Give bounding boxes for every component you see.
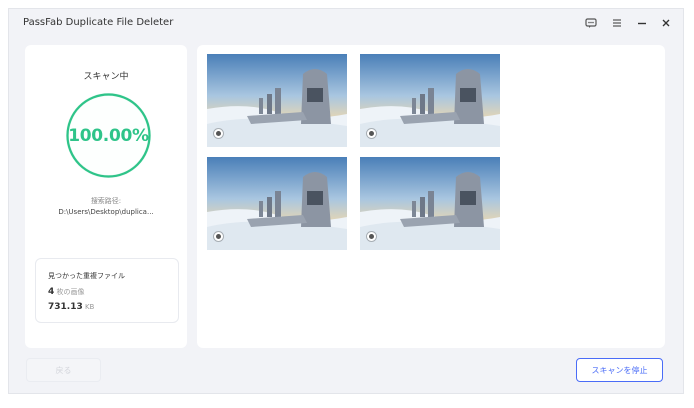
thumbnail-select-radio[interactable] (367, 232, 376, 241)
progress-percentage: 100.00% (68, 125, 149, 146)
feedback-icon[interactable] (584, 16, 598, 30)
menu-icon[interactable] (610, 16, 624, 30)
search-path-value: D:\Users\Desktop\duplica... (58, 208, 154, 216)
found-duplicates-title: 見つかった重複ファイル (48, 272, 125, 280)
found-count: 4 枚の画像 (48, 287, 85, 297)
found-size-unit: KB (84, 303, 95, 311)
scan-status-panel: スキャン中 100.00% 搜索路径: D:\Users\Desktop\dup… (25, 45, 187, 348)
snow-monument-image (207, 54, 347, 147)
found-count-unit: 枚の画像 (56, 288, 85, 296)
snow-monument-image (360, 54, 500, 147)
duplicate-results-panel (197, 45, 665, 348)
minimize-icon[interactable] (635, 16, 649, 30)
title-bar: PassFab Duplicate File Deleter (9, 9, 683, 39)
image-thumbnail[interactable] (207, 54, 347, 147)
found-count-value: 4 (48, 287, 55, 297)
scan-status-label: スキャン中 (83, 72, 129, 82)
snow-monument-image (207, 157, 347, 250)
app-title: PassFab Duplicate File Deleter (23, 17, 174, 28)
thumbnail-select-radio[interactable] (367, 129, 376, 138)
back-button[interactable]: 戻る (26, 358, 101, 382)
stop-scan-button[interactable]: スキャンを停止 (576, 358, 663, 382)
found-size-value: 731.13 (48, 302, 83, 312)
search-path-label: 搜索路径: (90, 197, 122, 205)
thumbnail-select-radio[interactable] (214, 129, 223, 138)
image-thumbnail[interactable] (207, 157, 347, 250)
snow-monument-image (360, 157, 500, 250)
found-size: 731.13 KB (48, 302, 94, 312)
image-thumbnail[interactable] (360, 157, 500, 250)
thumbnail-select-radio[interactable] (214, 232, 223, 241)
app-window: PassFab Duplicate File Deleter スキャン中 100… (8, 8, 684, 394)
close-icon[interactable] (659, 16, 673, 30)
image-thumbnail[interactable] (360, 54, 500, 147)
found-duplicates-card: 見つかった重複ファイル 4 枚の画像 731.13 KB (35, 258, 179, 323)
